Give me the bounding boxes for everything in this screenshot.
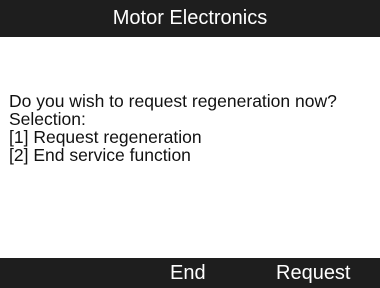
dialog-content: Do you wish to request regeneration now?… [9,92,337,164]
question-text: Do you wish to request regeneration now? [9,91,337,111]
screen-title: Motor Electronics [0,0,380,37]
end-button[interactable]: End [170,258,206,288]
request-button[interactable]: Request [276,258,351,288]
diagnostic-screen: Motor Electronics Do you wish to request… [0,0,380,288]
selection-label: Selection: [9,109,86,129]
option-request-regeneration[interactable]: [1] Request regeneration [9,128,337,146]
option-end-service-function[interactable]: [2] End service function [9,146,337,164]
soft-key-bar: End Request [0,258,380,288]
